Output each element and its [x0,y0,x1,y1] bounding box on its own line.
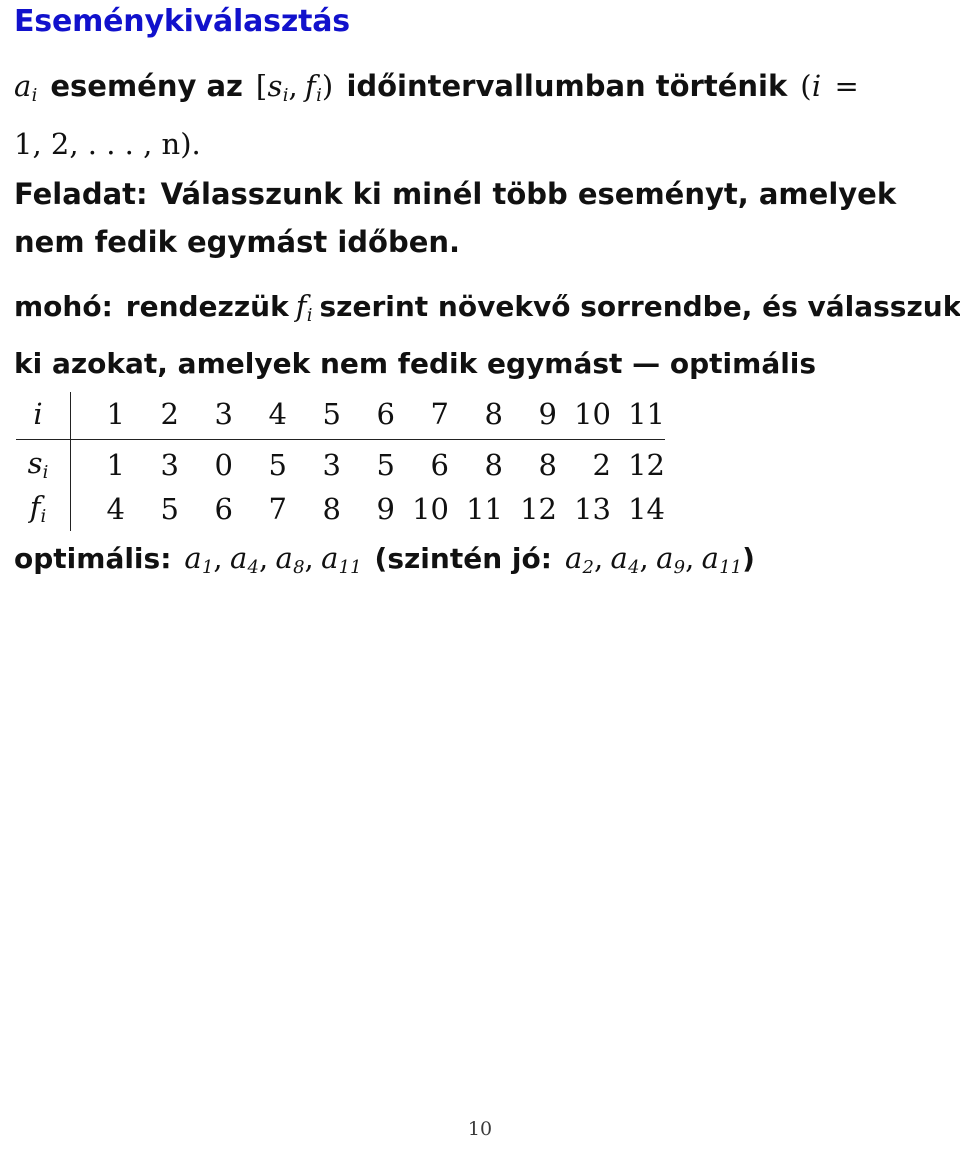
paragraph-task: Feladat: Válasszunk ki minél több esemény… [14,170,896,266]
table-cell: 10 [412,492,449,526]
paragraph-greedy: mohó: rendezzük fi szerint növekvő sorrendb… [14,282,960,388]
task-label: Feladat: [14,177,148,211]
table-cell: 3 [322,448,341,482]
result-solution-3: a8 [275,541,305,579]
table-cell: 5 [268,448,287,482]
table-cell: 7 [395,392,449,440]
row-label-f: fi [16,487,71,531]
table-cell: 12 [628,448,665,482]
greedy-text-1: rendezzük [125,290,289,323]
table-cell: 7 [268,492,287,526]
alt-solution-3: a9 [656,541,686,579]
table-row-index: i 1 2 3 4 5 6 7 8 9 10 11 [16,392,665,440]
table-cell: 6 [341,392,395,440]
table-cell: 1 [106,448,125,482]
table-cell: 5 [376,448,395,482]
alt-solution-1: a2 [564,541,594,579]
table-cell: 8 [484,448,503,482]
result-comma: , [213,541,223,575]
math-interval-comma: , [288,69,299,103]
math-interval-finish: fi [305,69,322,107]
slide-root: Eseménykiválasztás ai esemény az [si, fi) id… [0,0,960,1155]
table-cell: 4 [106,492,125,526]
greedy-text-line2: ki azokat, amelyek nem fedik egymást — o… [14,347,817,381]
alt-result-label: (szintén jó: [374,542,552,575]
table-cell: 12 [520,492,557,526]
greedy-label: mohó: [14,290,113,323]
result-solution-1: a1 [184,541,214,579]
table-cell: 9 [503,392,557,440]
event-data-table: i 1 2 3 4 5 6 7 8 9 10 11 si 1 3 0 5 3 5 [16,392,665,531]
math-index-var: i [811,69,822,103]
table-row-start-times: si 1 3 0 5 3 5 6 8 8 2 12 [16,439,665,487]
row-label-i: i [16,392,71,440]
table-cell: 0 [214,448,233,482]
table-cell: 8 [322,492,341,526]
table-cell: 11 [611,392,665,440]
result-comma: , [258,541,269,575]
math-interval-open: [ [255,69,268,103]
math-paren-open: ( [800,69,812,103]
result-comma: , [304,541,315,575]
alt-solution-4: a11 [701,541,743,579]
definition-text-2: időintervallumban történik [346,69,788,103]
table-cell: 8 [449,392,503,440]
table-row-finish-times: fi 4 5 6 7 8 9 10 11 12 13 14 [16,487,665,531]
table-cell: 9 [376,492,395,526]
result-comma: , [685,541,695,575]
table-cell: 3 [160,448,179,482]
table-cell: 14 [628,492,665,526]
table-cell: 13 [574,492,611,526]
math-event-a: ai [14,69,38,107]
alt-close-paren: ) [742,542,755,575]
result-label: optimális: [14,542,172,575]
row-label-s: si [16,439,71,487]
table-cell: 3 [179,392,233,440]
table-cell: 4 [233,392,287,440]
result-comma: , [593,541,604,575]
table-cell: 2 [592,448,611,482]
paragraph-definition: ai esemény az [si, fi) időintervallumban tör… [14,62,954,168]
table-cell: 5 [160,492,179,526]
definition-text-1: esemény az [50,69,243,103]
result-solution-4: a11 [321,541,362,579]
result-solution-2: a4 [229,541,259,579]
greedy-text-2: szerint növekvő sorrendbe, és válasszuk [319,290,960,323]
page-title: Eseménykiválasztás [14,4,350,39]
page-number: 10 [467,1118,493,1140]
task-text-line1: Válasszunk ki minél több eseményt, amely… [160,177,897,211]
paragraph-result: optimális: a1, a4, a8, a11 (szintén jó: a2, a4,… [14,534,755,592]
math-greedy-finish: fi [295,289,313,327]
math-equals: = [834,69,860,103]
table-cell: 10 [557,392,611,440]
math-interval-start: si [267,69,289,107]
table-cell: 5 [287,392,341,440]
table-cell: 1 [70,392,125,440]
task-text-line2: nem fedik egymást időben. [14,225,461,259]
table-cell: 6 [214,492,233,526]
result-comma: , [639,541,650,575]
math-interval-close: ) [321,69,334,103]
table-cell: 11 [466,492,503,526]
alt-solution-2: a4 [610,541,640,579]
definition-range: 1, 2, . . . , n). [14,127,201,162]
table-cell: 6 [430,448,449,482]
table-cell: 2 [125,392,179,440]
table-cell: 8 [538,448,557,482]
